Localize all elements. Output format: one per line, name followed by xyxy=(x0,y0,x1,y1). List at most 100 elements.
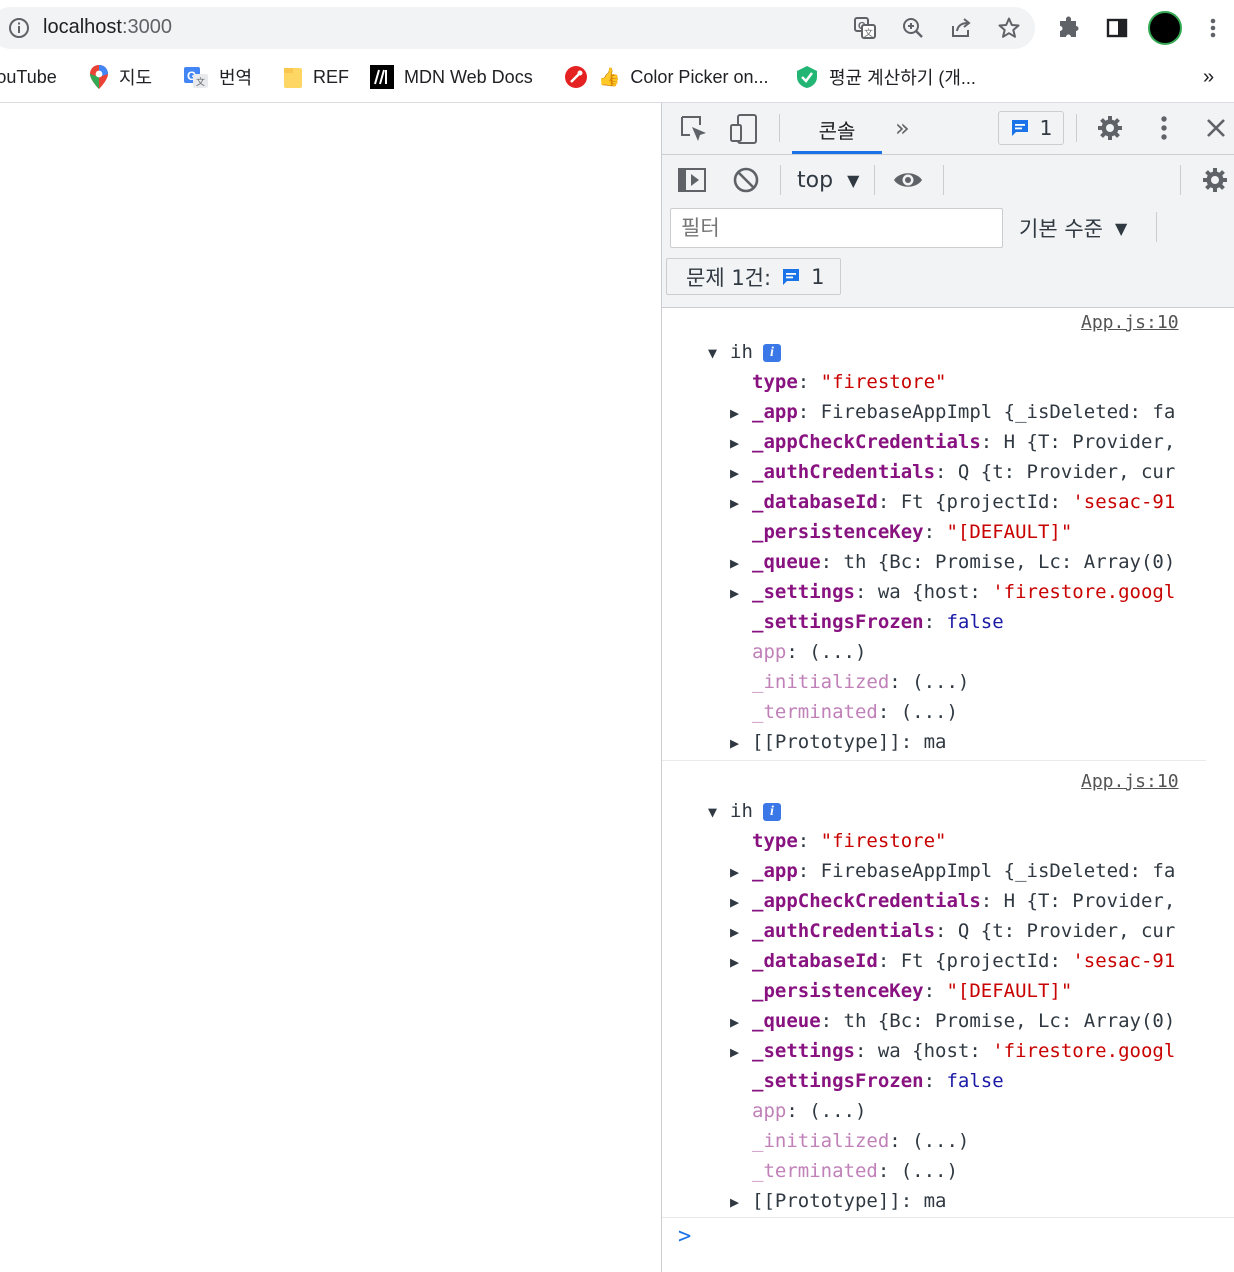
property-value[interactable]: (...) xyxy=(901,701,958,723)
url-text[interactable]: localhost:3000 xyxy=(43,16,172,39)
svg-text:文: 文 xyxy=(196,76,205,88)
settings-gear-icon[interactable] xyxy=(1096,114,1124,142)
property-value: ma xyxy=(923,731,947,753)
collapsed-triangle-icon: ▶ xyxy=(730,953,740,971)
property-separator: : xyxy=(877,950,901,972)
inspect-element-icon[interactable] xyxy=(678,113,710,145)
property-row: app: (...) xyxy=(730,1096,1175,1126)
filter-input[interactable] xyxy=(670,208,1003,248)
zoom-icon[interactable] xyxy=(899,14,927,42)
property-row[interactable]: ▶ _app: FirebaseAppImpl {_isDeleted: fa xyxy=(730,856,1175,886)
bookmark-mdn[interactable]: MDN Web Docs xyxy=(370,62,533,92)
dropdown-arrow-icon: ▼ xyxy=(847,170,860,190)
bookmark-translate[interactable]: G文 번역 xyxy=(183,62,252,92)
property-row[interactable]: ▶ _databaseId: Ft {projectId: 'sesac-91 xyxy=(730,487,1175,517)
info-icon[interactable]: i xyxy=(762,343,781,362)
tab-console[interactable]: 콘솔 xyxy=(792,103,882,154)
property-value[interactable]: (...) xyxy=(809,1100,866,1122)
more-tabs-icon[interactable]: » xyxy=(895,114,921,142)
menu-icon[interactable] xyxy=(1199,14,1227,42)
property-row[interactable]: ▶ _queue: th {Bc: Promise, Lc: Array(0) xyxy=(730,1006,1175,1036)
property-row[interactable]: ▶ _settings: wa {host: 'firestore.googl xyxy=(730,1036,1175,1066)
bookmark-maps[interactable]: 지도 xyxy=(89,62,152,92)
property-key: _settings xyxy=(752,1040,855,1062)
property-separator: : xyxy=(889,671,913,693)
property-value: wa {host: 'firestore.googl xyxy=(877,581,1176,603)
separator xyxy=(874,165,875,195)
tab-console-label: 콘솔 xyxy=(818,119,856,143)
property-row: _terminated: (...) xyxy=(730,697,1175,727)
collapsed-triangle-icon: ▶ xyxy=(730,494,740,512)
object-properties: type: "firestore" ▶ _app: FirebaseAppImpl … xyxy=(730,367,1175,757)
bookmark-label: YouTube xyxy=(0,66,57,87)
property-value: "[DEFAULT]" xyxy=(946,521,1073,543)
property-value[interactable]: (...) xyxy=(901,1160,958,1182)
property-row[interactable]: ▶ [[Prototype]]: ma xyxy=(730,727,1175,757)
property-value[interactable]: (...) xyxy=(912,1130,969,1152)
message-divider xyxy=(662,760,1206,761)
bookmark-label: 번역 xyxy=(219,68,253,88)
property-row[interactable]: ▶ _queue: th {Bc: Promise, Lc: Array(0) xyxy=(730,547,1175,577)
avatar[interactable] xyxy=(1148,11,1182,45)
property-key: _settings xyxy=(752,581,855,603)
devtools-menu-icon[interactable] xyxy=(1154,114,1174,142)
source-link[interactable]: App.js:10 xyxy=(1081,771,1179,792)
property-row[interactable]: ▶ _settings: wa {host: 'firestore.googl xyxy=(730,577,1175,607)
object-header[interactable]: ▼ ih i xyxy=(708,337,781,367)
property-separator: : xyxy=(854,1040,878,1062)
mdn-icon xyxy=(370,65,394,89)
property-row[interactable]: ▶ _databaseId: Ft {projectId: 'sesac-91 xyxy=(730,946,1175,976)
extensions-icon[interactable] xyxy=(1055,14,1083,42)
side-panel-icon[interactable] xyxy=(1103,14,1131,42)
live-expression-eye-icon[interactable] xyxy=(892,166,924,194)
property-row[interactable]: ▶ [[Prototype]]: ma xyxy=(730,1186,1175,1216)
clear-console-icon[interactable] xyxy=(732,166,760,194)
bookmark-youtube[interactable]: YouTube xyxy=(0,62,57,92)
share-icon[interactable] xyxy=(947,14,975,42)
close-icon[interactable] xyxy=(1204,116,1228,140)
property-value[interactable]: (...) xyxy=(809,641,866,663)
issues-counter-button[interactable]: 1 xyxy=(998,111,1064,145)
object-header[interactable]: ▼ ih i xyxy=(708,796,781,826)
console-prompt[interactable]: > xyxy=(678,1224,691,1249)
log-level-dropdown[interactable]: 기본 수준 ▼ xyxy=(1019,212,1127,244)
property-row[interactable]: ▶ _appCheckCredentials: H {T: Provider, xyxy=(730,886,1175,916)
property-value[interactable]: (...) xyxy=(912,671,969,693)
property-value: H {T: Provider, xyxy=(1003,431,1176,453)
star-icon[interactable] xyxy=(995,14,1023,42)
property-key: _settingsFrozen xyxy=(752,611,924,633)
property-key: _app xyxy=(752,401,798,423)
object-name: ih xyxy=(730,800,753,822)
bookmark-ref-folder[interactable]: REF xyxy=(283,62,349,92)
property-separator: : xyxy=(797,830,821,852)
source-link[interactable]: App.js:10 xyxy=(1081,312,1179,333)
property-row[interactable]: ▶ _app: FirebaseAppImpl {_isDeleted: fa xyxy=(730,397,1175,427)
expanded-triangle-icon: ▼ xyxy=(708,344,718,362)
sidebar-toggle-icon[interactable] xyxy=(677,166,707,194)
property-value: "firestore" xyxy=(820,830,947,852)
bookmark-average[interactable]: 평균 계산하기 (개... xyxy=(795,62,976,92)
info-icon[interactable]: i xyxy=(762,802,781,821)
collapsed-triangle-icon: ▶ xyxy=(730,863,740,881)
property-value: ma xyxy=(923,1190,947,1212)
bookmark-label: MDN Web Docs xyxy=(404,66,533,87)
context-selector[interactable]: top ▼ xyxy=(797,166,859,194)
bookmarks-overflow-button[interactable]: » xyxy=(1203,62,1214,92)
info-icon[interactable] xyxy=(8,17,30,39)
property-key: _queue xyxy=(752,1010,821,1032)
issues-summary-button[interactable]: 문제 1건: 1 xyxy=(666,258,841,295)
property-row[interactable]: ▶ _authCredentials: Q {t: Provider, cur xyxy=(730,457,1175,487)
device-toolbar-icon[interactable] xyxy=(728,113,760,145)
console-settings-gear-icon[interactable] xyxy=(1201,166,1229,194)
property-key: _settingsFrozen xyxy=(752,1070,924,1092)
context-label: top xyxy=(797,167,834,193)
property-separator: : xyxy=(877,701,901,723)
translate-page-icon[interactable]: G文 xyxy=(851,14,879,42)
property-key: app xyxy=(752,641,787,663)
property-key: _persistenceKey xyxy=(752,521,924,543)
property-row[interactable]: ▶ _authCredentials: Q {t: Provider, cur xyxy=(730,916,1175,946)
page-viewport[interactable] xyxy=(0,103,661,1272)
property-row[interactable]: ▶ _appCheckCredentials: H {T: Provider, xyxy=(730,427,1175,457)
bookmark-color-picker[interactable]: 👍 Color Picker on... xyxy=(564,62,768,92)
issue-chat-icon xyxy=(783,268,800,285)
